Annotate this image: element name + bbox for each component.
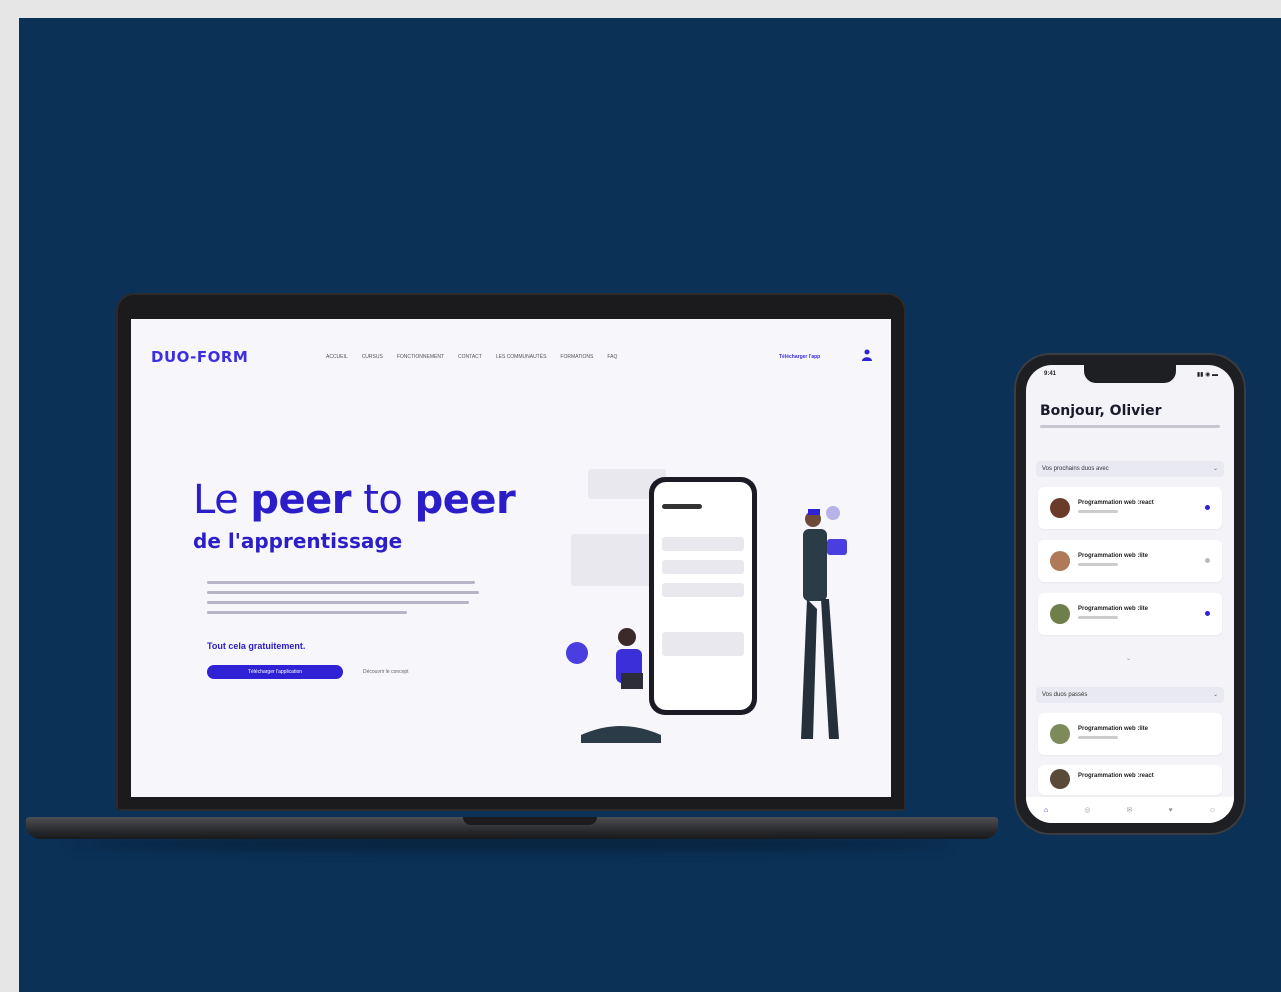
nav-link-communautes[interactable]: LES COMMUNAUTÉS	[496, 354, 547, 360]
hero-subtitle: de l'apprentissage	[193, 529, 403, 553]
hero-title: Le peer to peer	[193, 477, 516, 523]
nav-link-accueil[interactable]: ACCUEIL	[326, 354, 348, 360]
duo-card-subtitle	[1078, 616, 1118, 619]
status-icons: ▮▮ ◉ ▬	[1196, 372, 1218, 378]
download-app-link[interactable]: Télécharger l'app	[779, 354, 820, 360]
user-icon[interactable]	[862, 349, 872, 361]
person-sitting-illustration	[566, 628, 661, 743]
status-dot	[1205, 611, 1210, 616]
laptop-base	[26, 817, 998, 839]
avatar	[1050, 551, 1070, 571]
nav-link-formations[interactable]: FORMATIONS	[560, 354, 593, 360]
duo-card[interactable]: Programmation web :react	[1038, 487, 1222, 529]
duo-card-title: Programmation web :lite	[1078, 726, 1149, 732]
avatar	[1050, 769, 1070, 789]
section-upcoming-duos[interactable]: Vos prochains duos avec ⌄	[1036, 461, 1224, 477]
download-app-button[interactable]: Télécharger l'application	[207, 665, 343, 679]
hero-free-text: Tout cela gratuitement.	[207, 641, 306, 651]
laptop-notch	[463, 817, 597, 825]
nav-link-faq[interactable]: FAQ	[607, 354, 617, 360]
illustration-card	[571, 534, 653, 586]
section-past-duos[interactable]: Vos duos passés ⌄	[1036, 687, 1224, 703]
nav-link-fonctionnement[interactable]: FONCTIONNEMENT	[397, 354, 444, 360]
duo-card-title: Programmation web :react	[1078, 773, 1154, 779]
duo-card-title: Programmation web :lite	[1078, 606, 1149, 612]
duo-card-subtitle	[1078, 510, 1118, 513]
hero-description	[207, 581, 487, 621]
favorites-icon[interactable]: ♥	[1169, 807, 1173, 814]
status-dot	[1205, 505, 1210, 510]
smartphone: 9:41 ▮▮ ◉ ▬ Bonjour, Olivier Vos prochai…	[1014, 353, 1246, 835]
greeting-subtitle	[1040, 425, 1220, 428]
phone-notch	[1084, 365, 1176, 383]
avatar	[1050, 604, 1070, 624]
duo-card-title: Programmation web :lite	[1078, 553, 1149, 559]
avatar	[1050, 498, 1070, 518]
nav-links: ACCUEIL CURSUS FONCTIONNEMENT CONTACT LE…	[326, 354, 617, 360]
status-dot	[1205, 558, 1210, 563]
laptop: DUO-FORM ACCUEIL CURSUS FONCTIONNEMENT C…	[116, 293, 906, 811]
site-logo[interactable]: DUO-FORM	[151, 348, 248, 366]
tab-bar: ⌂ ◎ ✉ ♥ ☺	[1026, 797, 1234, 823]
duo-card[interactable]: Programmation web :lite	[1038, 713, 1222, 755]
duo-card[interactable]: Programmation web :lite	[1038, 540, 1222, 582]
messages-icon[interactable]: ✉	[1127, 806, 1133, 814]
laptop-screen: DUO-FORM ACCUEIL CURSUS FONCTIONNEMENT C…	[131, 319, 891, 797]
chevron-down-icon[interactable]: ⌄	[1213, 687, 1218, 703]
duo-card-subtitle	[1078, 563, 1118, 566]
nav-link-contact[interactable]: CONTACT	[458, 354, 482, 360]
site-nav: DUO-FORM ACCUEIL CURSUS FONCTIONNEMENT C…	[131, 319, 891, 366]
duo-card-subtitle	[1078, 736, 1118, 739]
home-icon[interactable]: ⌂	[1044, 807, 1048, 814]
phone-screen: 9:41 ▮▮ ◉ ▬ Bonjour, Olivier Vos prochai…	[1026, 365, 1234, 823]
nav-link-cursus[interactable]: CURSUS	[362, 354, 383, 360]
profile-icon[interactable]: ☺	[1209, 807, 1216, 814]
duo-card-title: Programmation web :react	[1078, 500, 1154, 506]
chevron-down-icon[interactable]: ⌄	[1213, 461, 1218, 477]
laptop-shadow	[70, 838, 950, 850]
discover-concept-link[interactable]: Découvrir le concept	[363, 669, 409, 675]
duo-card[interactable]: Programmation web :lite	[1038, 593, 1222, 635]
explore-icon[interactable]: ◎	[1084, 806, 1090, 814]
person-standing-illustration	[801, 506, 847, 739]
avatar	[1050, 724, 1070, 744]
greeting-title: Bonjour, Olivier	[1040, 403, 1162, 419]
status-time: 9:41	[1044, 371, 1057, 377]
show-more-icon[interactable]: ⌄	[1126, 655, 1131, 662]
duo-card[interactable]: Programmation web :react	[1038, 765, 1222, 795]
